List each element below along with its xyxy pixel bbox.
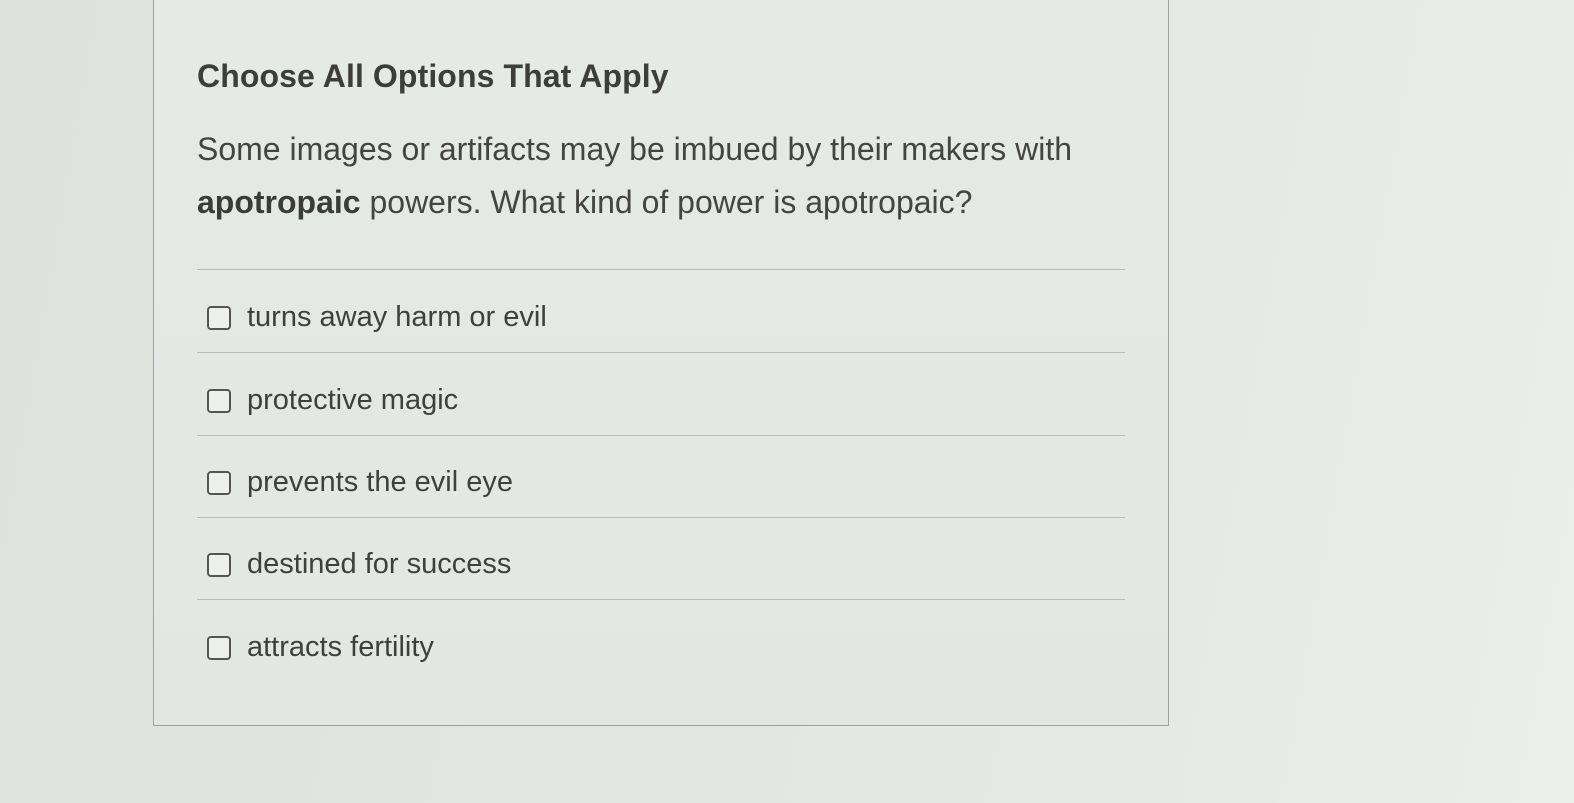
option-prevents-evil-eye[interactable]: prevents the evil eye — [207, 466, 513, 499]
option-label: attracts fertility — [247, 631, 434, 663]
checkbox[interactable] — [207, 552, 231, 577]
option-protective-magic[interactable]: protective magic — [207, 384, 458, 417]
checkbox[interactable] — [207, 635, 231, 660]
divider — [197, 435, 1125, 436]
divider — [197, 517, 1125, 518]
question-text-part: Some images or artifacts may be imbued b… — [197, 131, 1072, 167]
checkbox[interactable] — [207, 470, 231, 495]
question-text-part: powers. What kind of power is apotropaic… — [360, 184, 973, 220]
question-heading: Choose All Options That Apply — [197, 58, 669, 94]
checkbox[interactable] — [207, 305, 231, 330]
option-label: destined for success — [247, 548, 512, 580]
question-card: Choose All Options That Apply Some image… — [153, 0, 1169, 726]
divider — [197, 269, 1125, 270]
question-keyword: apotropaic — [197, 184, 361, 220]
option-label: turns away harm or evil — [247, 301, 547, 333]
divider — [197, 352, 1125, 353]
option-label: prevents the evil eye — [247, 466, 513, 498]
divider — [197, 599, 1125, 600]
option-turns-away-harm[interactable]: turns away harm or evil — [207, 301, 547, 334]
option-attracts-fertility[interactable]: attracts fertility — [207, 631, 434, 664]
option-label: protective magic — [247, 384, 459, 416]
option-destined-for-success[interactable]: destined for success — [207, 548, 511, 581]
checkbox[interactable] — [207, 388, 231, 413]
question-text: Some images or artifacts may be imbued b… — [197, 123, 1137, 229]
